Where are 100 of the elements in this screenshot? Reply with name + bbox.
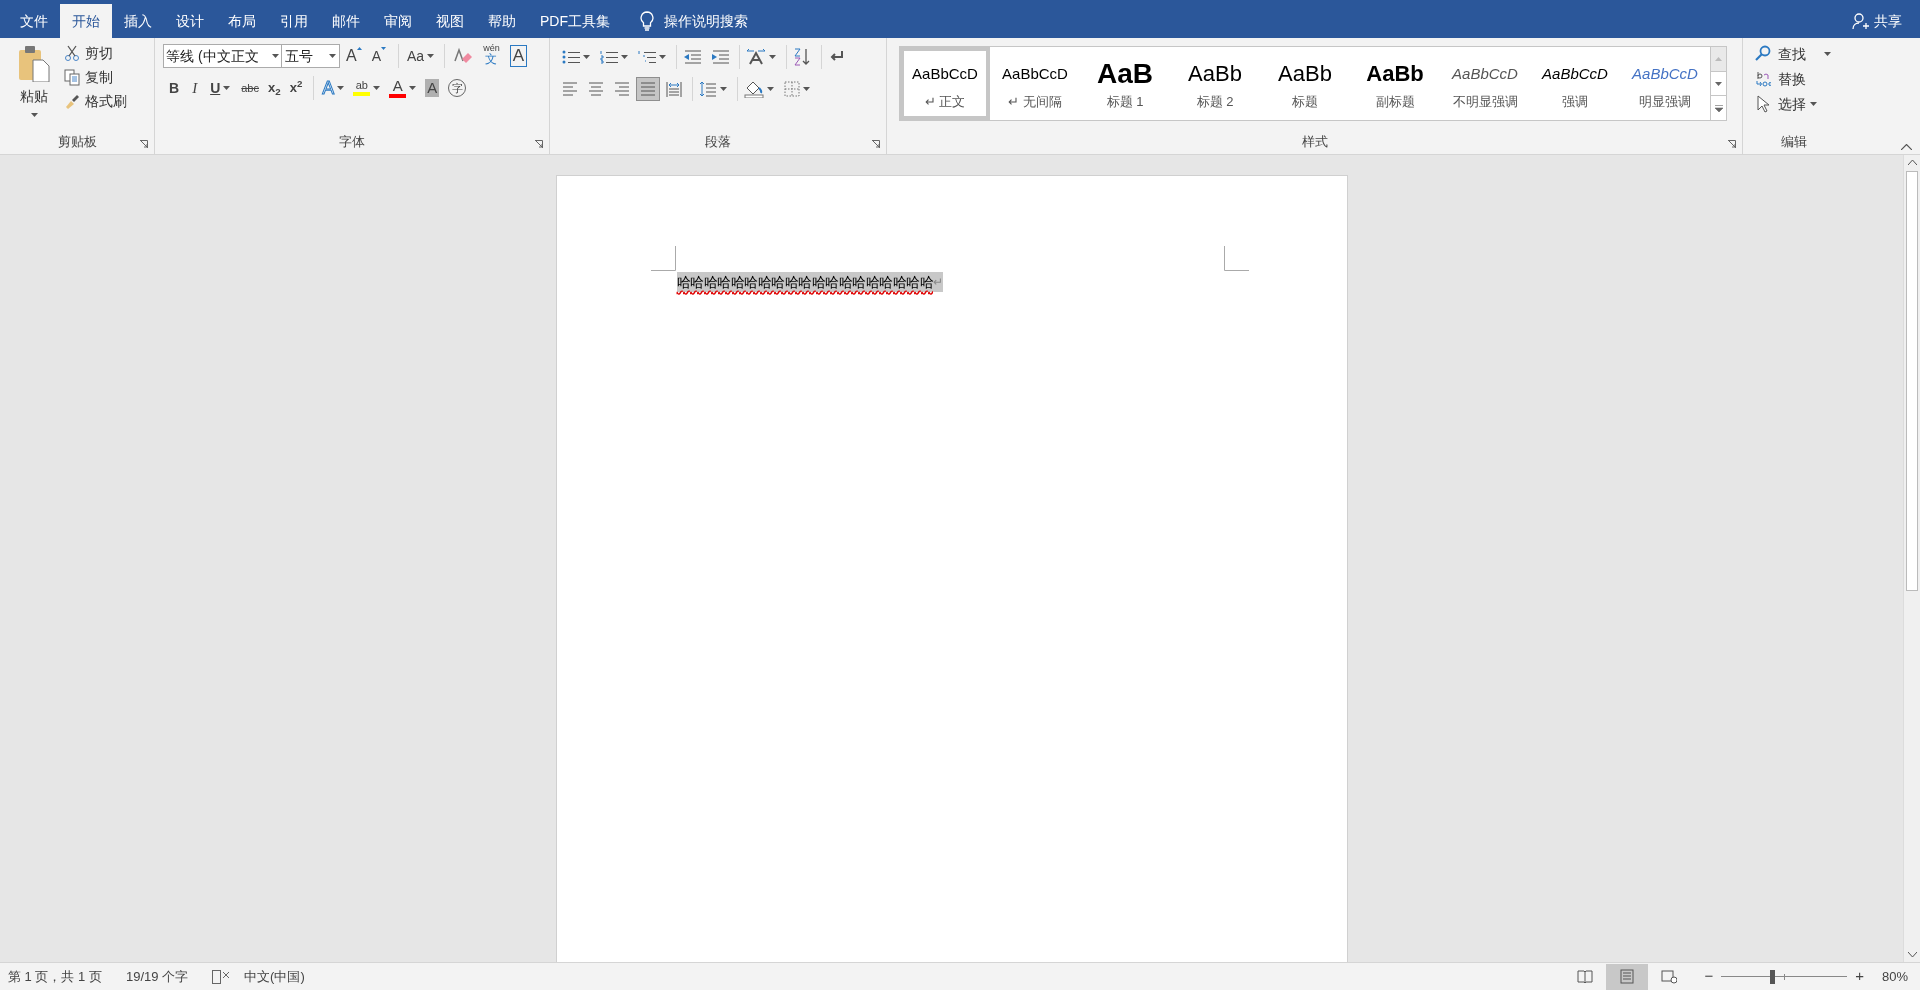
page-count[interactable]: 第 1 页，共 1 页 — [8, 966, 102, 987]
bold-button[interactable]: B — [163, 76, 186, 100]
editing-button[interactable]: 查找 — [1755, 42, 1831, 66]
cursor-arrow-icon — [1755, 95, 1772, 113]
caret-icon[interactable] — [659, 55, 666, 59]
line-spacing-icon — [699, 81, 717, 97]
align-right-icon — [614, 81, 630, 97]
editing-button[interactable]: 选择 — [1755, 92, 1831, 116]
page-layout-icon — [1619, 969, 1636, 984]
caret-icon[interactable] — [1810, 102, 1817, 106]
language-indicator[interactable]: 中文(中国) — [244, 966, 305, 987]
crop-mark-icon — [650, 246, 676, 271]
style-item[interactable]: AaB 标题 1 — [1080, 47, 1170, 120]
style-item[interactable]: AaBbCcD ↵ 正文 — [900, 47, 990, 120]
paintbrush-icon — [64, 93, 80, 110]
ribbon-tab[interactable]: 审阅 — [372, 4, 424, 38]
ribbon-tab[interactable]: 开始 — [60, 4, 112, 38]
style-item[interactable]: AaBb 标题 2 — [1170, 47, 1260, 120]
zoom-slider[interactable] — [1721, 969, 1848, 984]
caret-icon[interactable] — [583, 55, 590, 59]
document-paragraph: 哈哈哈哈哈哈哈哈哈哈哈哈哈哈哈哈哈哈哈↵ — [676, 272, 943, 292]
clipboard-button[interactable]: 格式刷 — [64, 90, 127, 113]
more-icon — [1714, 104, 1723, 112]
style-item[interactable]: AaBbCcD 明显强调 — [1620, 47, 1710, 120]
zoom-in-button[interactable]: + — [1855, 965, 1864, 988]
editing-button[interactable]: 替换 — [1755, 67, 1831, 91]
ribbon-tab[interactable]: 邮件 — [320, 4, 372, 38]
caret-icon[interactable] — [272, 54, 279, 58]
style-item[interactable]: AaBb 副标题 — [1350, 47, 1440, 120]
caret-icon[interactable] — [621, 55, 628, 59]
dialog-launcher-icon[interactable] — [535, 140, 543, 148]
font-color-button[interactable]: A — [385, 76, 421, 100]
ribbon-tab[interactable]: 引用 — [268, 4, 320, 38]
indent-icon — [711, 50, 729, 64]
group-label: 编辑 — [1781, 133, 1807, 152]
grow-font-button[interactable]: A — [342, 44, 366, 68]
dialog-launcher-icon[interactable] — [1728, 140, 1736, 148]
zoom-level[interactable]: 80% — [1881, 966, 1908, 987]
group-label: 剪贴板 — [57, 133, 97, 152]
ribbon-tab[interactable]: 插入 — [112, 4, 164, 38]
caret-icon[interactable] — [1824, 52, 1831, 56]
caret-icon[interactable] — [720, 87, 727, 91]
shrink-font-button[interactable]: A — [367, 44, 390, 68]
scroll-down-icon[interactable] — [1907, 952, 1917, 958]
style-item[interactable]: AaBbCcD 不明显强调 — [1440, 47, 1530, 120]
zoom-out-button[interactable]: − — [1704, 965, 1714, 988]
scroll-up-icon[interactable] — [1907, 159, 1917, 165]
collapse-ribbon-icon[interactable] — [1901, 144, 1912, 150]
style-item[interactable]: AaBb 标题 — [1260, 47, 1350, 120]
highlight-button[interactable]: ab — [349, 76, 385, 100]
share-button[interactable]: 共享 — [1852, 4, 1902, 38]
ribbon-tab[interactable]: 视图 — [424, 4, 476, 38]
clipboard-button[interactable]: 复制 — [64, 66, 127, 89]
caret-icon[interactable] — [767, 87, 774, 91]
word-count[interactable]: 19/19 个字 — [125, 966, 189, 987]
style-item[interactable]: AaBbCcD 强调 — [1530, 47, 1620, 120]
copy-icon — [64, 69, 80, 86]
ribbon-tab[interactable]: 帮助 — [476, 4, 528, 38]
proofing-icon[interactable] — [212, 969, 231, 984]
paste-button[interactable]: 粘贴 — [10, 44, 58, 130]
scissors-icon — [64, 45, 80, 62]
caret-icon[interactable] — [373, 86, 381, 90]
phonetic-guide-button[interactable]: wén 文 — [479, 44, 504, 68]
tell-me-search[interactable]: 操作说明搜索 — [640, 4, 748, 38]
dialog-launcher-icon[interactable] — [872, 140, 880, 148]
caret-icon[interactable] — [427, 54, 435, 58]
font-size-dropdown[interactable]: 五号 — [282, 45, 339, 67]
style-item[interactable]: AaBbCcD ↵ 无间隔 — [990, 47, 1080, 120]
ribbon-tab[interactable]: 设计 — [164, 4, 216, 38]
subscript-button[interactable]: x$_{2}$ — [264, 76, 285, 100]
group-label: 段落 — [705, 133, 731, 152]
caret-icon[interactable] — [223, 86, 231, 90]
clipboard-button[interactable]: 剪切 — [64, 42, 127, 65]
caret-icon[interactable] — [803, 87, 810, 91]
italic-button[interactable]: I — [186, 76, 204, 100]
zoom-slider-thumb[interactable] — [1769, 969, 1775, 984]
character-shading-button[interactable]: A — [421, 76, 444, 100]
change-case-button[interactable]: Aa — [398, 44, 439, 68]
font-name-dropdown[interactable]: 等线 (中文正文 — [164, 45, 282, 67]
ribbon-tab[interactable]: 布局 — [216, 4, 268, 38]
strikethrough-button[interactable]: abc — [237, 76, 263, 100]
ribbon-tab[interactable]: 文件 — [8, 4, 60, 38]
caret-icon[interactable] — [329, 54, 336, 58]
crop-mark-icon — [1223, 246, 1249, 271]
caret-icon[interactable] — [769, 55, 776, 59]
caret-icon[interactable] — [337, 86, 345, 90]
superscript-button[interactable]: x$^{2}$ — [285, 76, 307, 100]
group-label: 字体 — [339, 133, 365, 152]
scroll-thumb[interactable] — [1906, 171, 1918, 591]
view-button[interactable] — [1606, 963, 1649, 990]
dialog-launcher-icon[interactable] — [140, 140, 148, 148]
caret-down-icon — [1715, 81, 1722, 86]
underline-button[interactable]: U — [204, 76, 237, 100]
caret-icon[interactable] — [409, 86, 417, 90]
paint-bucket-icon — [744, 80, 764, 98]
multilevel-list-icon — [638, 50, 656, 64]
ribbon-tab[interactable]: PDF工具集 — [528, 4, 622, 38]
caret-up-icon — [1715, 56, 1722, 61]
numbered-list-icon — [600, 50, 618, 64]
vertical-scrollbar[interactable] — [1903, 155, 1920, 962]
